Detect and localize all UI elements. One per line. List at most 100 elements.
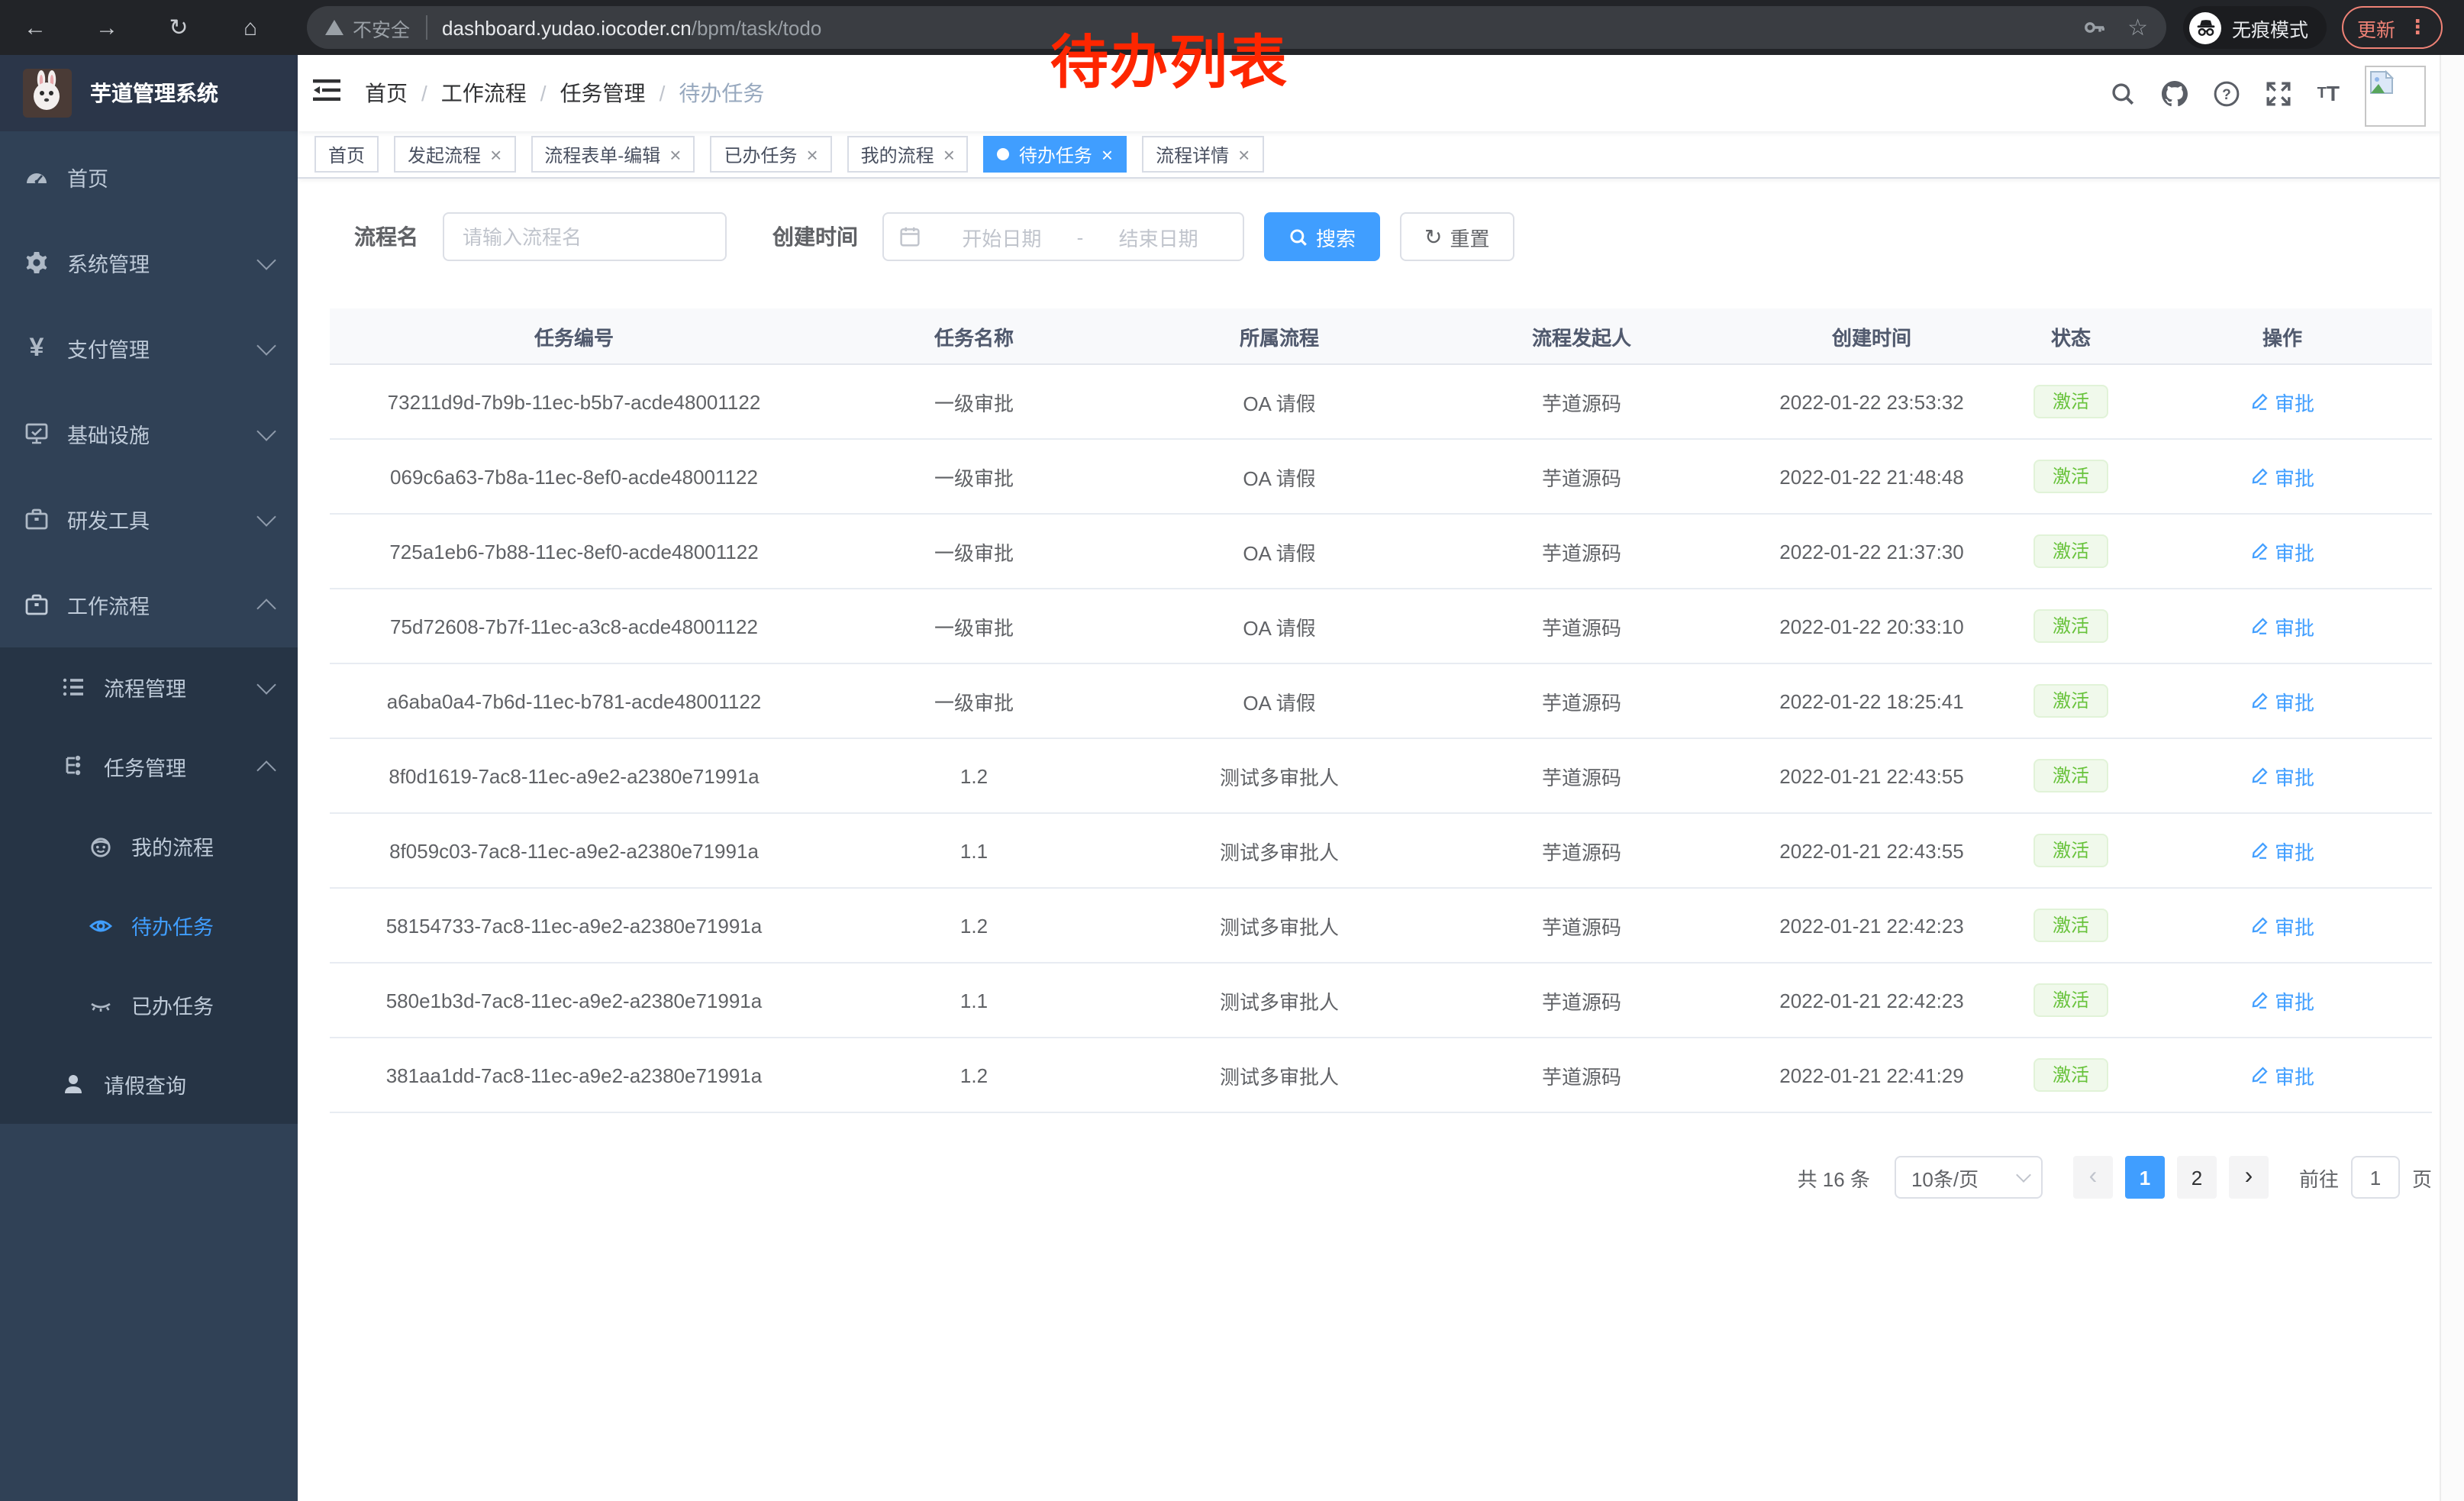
- tab-start-process[interactable]: 发起流程×: [394, 136, 515, 173]
- close-icon[interactable]: ×: [669, 144, 681, 164]
- col-starter: 流程发起人: [1429, 321, 1734, 350]
- breadcrumb-task-mgmt[interactable]: 任务管理: [560, 78, 646, 108]
- sidebar-item-task-mgmt[interactable]: 任务管理: [0, 727, 298, 806]
- bookmark-star-icon[interactable]: ☆: [2127, 14, 2148, 41]
- task-name: 一级审批: [818, 387, 1130, 416]
- col-process: 所属流程: [1130, 321, 1429, 350]
- eye-closed-icon: [89, 992, 113, 1018]
- reload-icon[interactable]: ↻: [156, 14, 202, 41]
- task-id: 75d72608-7b7f-11ec-a3c8-acde48001122: [330, 615, 818, 638]
- col-actions: 操作: [2133, 321, 2432, 350]
- sidebar-item-my-process[interactable]: 我的流程: [0, 806, 298, 886]
- action-cell: 审批: [2133, 836, 2432, 865]
- forward-icon[interactable]: →: [84, 15, 130, 40]
- action-cell: 审批: [2133, 761, 2432, 790]
- sidebar-item-label: 待办任务: [131, 910, 214, 941]
- sidebar-menu: 首页 系统管理 ¥ 支付管理 基础设施: [0, 131, 298, 1124]
- search-button[interactable]: 搜索: [1264, 212, 1380, 261]
- tab-form-edit[interactable]: 流程表单-编辑×: [531, 136, 695, 173]
- page-url[interactable]: dashboard.yudao.iocoder.cn/bpm/task/todo: [442, 16, 821, 39]
- tab-process-detail[interactable]: 流程详情×: [1142, 136, 1263, 173]
- home-icon[interactable]: ⌂: [227, 15, 273, 40]
- security-warning-icon[interactable]: [325, 20, 343, 35]
- status-cell: 激活: [2009, 759, 2133, 792]
- goto-label: 前往: [2299, 1163, 2339, 1192]
- sidebar-item-home[interactable]: 首页: [0, 134, 298, 220]
- sidebar-item-leave-query[interactable]: 请假查询: [0, 1044, 298, 1124]
- tree-icon: [61, 754, 85, 779]
- task-id: 069c6a63-7b8a-11ec-8ef0-acde48001122: [330, 465, 818, 488]
- sidebar-item-infra[interactable]: 基础设施: [0, 391, 298, 476]
- approve-link[interactable]: 审批: [2250, 686, 2314, 715]
- approve-link[interactable]: 审批: [2250, 836, 2314, 865]
- sidebar-item-process-mgmt[interactable]: 流程管理: [0, 647, 298, 727]
- approve-link[interactable]: 审批: [2250, 462, 2314, 491]
- task-starter: 芋道源码: [1429, 387, 1734, 416]
- close-icon[interactable]: ×: [1238, 144, 1250, 164]
- sidebar-item-system[interactable]: 系统管理: [0, 220, 298, 305]
- task-process: OA 请假: [1130, 612, 1429, 641]
- approve-link[interactable]: 审批: [2250, 387, 2314, 416]
- tab-home[interactable]: 首页: [314, 136, 379, 173]
- sidebar-item-workflow[interactable]: 工作流程: [0, 562, 298, 647]
- date-separator: -: [1071, 225, 1090, 248]
- chevron-down-icon: [256, 250, 276, 269]
- process-name-input[interactable]: [443, 212, 727, 261]
- font-size-icon[interactable]: TT: [2317, 81, 2340, 105]
- sidebar-item-done-tasks[interactable]: 已办任务: [0, 965, 298, 1044]
- approve-link[interactable]: 审批: [2250, 1060, 2314, 1089]
- table-row: 8f059c03-7ac8-11ec-a9e2-a2380e71991a 1.1…: [330, 814, 2432, 889]
- approve-link[interactable]: 审批: [2250, 986, 2314, 1015]
- sidebar-logo[interactable]: 芋道管理系统: [0, 55, 298, 131]
- task-time: 2022-01-21 22:42:23: [1734, 914, 2009, 937]
- tab-done-tasks[interactable]: 已办任务×: [710, 136, 831, 173]
- approve-link[interactable]: 审批: [2250, 911, 2314, 940]
- tab-todo-tasks[interactable]: 待办任务×: [984, 136, 1127, 173]
- close-icon[interactable]: ×: [806, 144, 818, 164]
- next-page-button[interactable]: ›: [2229, 1156, 2269, 1199]
- chevron-up-icon: [256, 598, 276, 617]
- start-date-placeholder[interactable]: 开始日期: [933, 222, 1071, 251]
- table-row: 58154733-7ac8-11ec-a9e2-a2380e71991a 1.2…: [330, 889, 2432, 964]
- breadcrumb-home[interactable]: 首页: [365, 78, 408, 108]
- password-key-icon[interactable]: [2082, 15, 2106, 40]
- approve-link[interactable]: 审批: [2250, 537, 2314, 566]
- help-icon[interactable]: ?: [2214, 80, 2240, 106]
- date-range-picker[interactable]: 开始日期 - 结束日期: [882, 212, 1244, 261]
- prev-page-button[interactable]: ‹: [2073, 1156, 2113, 1199]
- avatar[interactable]: [2366, 66, 2427, 127]
- chevron-down-icon: [256, 421, 276, 440]
- sidebar-collapse-icon[interactable]: [313, 77, 340, 109]
- tab-my-process[interactable]: 我的流程×: [847, 136, 969, 173]
- security-label: 不安全: [353, 13, 410, 42]
- end-date-placeholder[interactable]: 结束日期: [1089, 222, 1227, 251]
- close-icon[interactable]: ×: [1101, 144, 1113, 164]
- github-icon[interactable]: [2162, 80, 2188, 106]
- breadcrumb-workflow[interactable]: 工作流程: [441, 78, 527, 108]
- close-icon[interactable]: ×: [943, 144, 955, 164]
- page-button-2[interactable]: 2: [2177, 1156, 2217, 1199]
- url-path: /bpm/task/todo: [692, 16, 822, 39]
- sidebar-item-label: 支付管理: [67, 333, 150, 363]
- fullscreen-icon[interactable]: [2266, 80, 2291, 106]
- task-starter: 芋道源码: [1429, 686, 1734, 715]
- back-icon[interactable]: ←: [12, 15, 58, 40]
- close-icon[interactable]: ×: [490, 144, 502, 164]
- page-button-1[interactable]: 1: [2125, 1156, 2165, 1199]
- task-process: 测试多审批人: [1130, 911, 1429, 940]
- col-create-time: 创建时间: [1734, 321, 2009, 350]
- browser-menu-icon[interactable]: ⋮: [2408, 15, 2427, 40]
- process-name-label: 流程名: [354, 221, 418, 252]
- goto-page-input[interactable]: [2351, 1156, 2400, 1199]
- sidebar-item-devtools[interactable]: 研发工具: [0, 476, 298, 562]
- approve-link[interactable]: 审批: [2250, 612, 2314, 641]
- reset-button[interactable]: ↻ 重置: [1400, 212, 1514, 261]
- page-size-select[interactable]: 10条/页: [1895, 1156, 2043, 1199]
- approve-link[interactable]: 审批: [2250, 761, 2314, 790]
- sidebar-item-payment[interactable]: ¥ 支付管理: [0, 305, 298, 391]
- browser-update-button[interactable]: 更新 ⋮: [2342, 6, 2443, 49]
- scrollbar[interactable]: [2440, 55, 2464, 1501]
- task-id: 8f059c03-7ac8-11ec-a9e2-a2380e71991a: [330, 839, 818, 862]
- search-icon[interactable]: [2110, 80, 2136, 106]
- sidebar-item-todo-tasks[interactable]: 待办任务: [0, 886, 298, 965]
